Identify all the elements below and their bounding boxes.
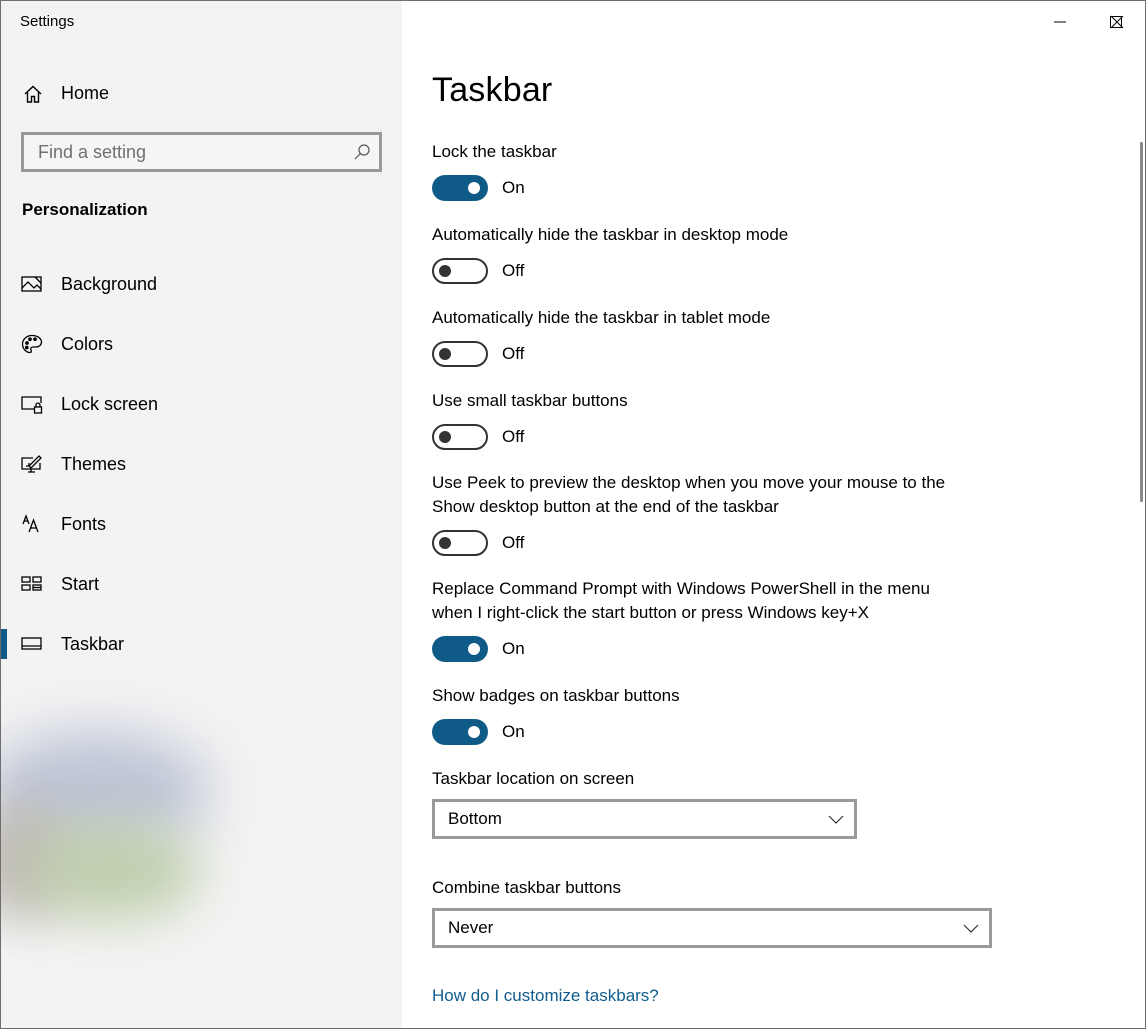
toggle-autohide-desktop[interactable] (432, 258, 488, 284)
toggle-knob (439, 431, 451, 443)
taskbar-icon (21, 634, 43, 654)
picture-icon (21, 274, 43, 294)
sidebar: Settings Home Personalization (1, 1, 402, 1028)
search-icon[interactable] (353, 143, 371, 161)
toggle-state: On (502, 178, 525, 197)
main-content: Taskbar Lock the taskbar On Automaticall… (402, 1, 1145, 1028)
settings-window: Settings Home Personalization (0, 0, 1146, 1029)
dropdown-label-location: Taskbar location on screen (432, 769, 635, 788)
setting-label-line: Use Peek to preview the desktop when you… (432, 473, 946, 492)
sidebar-item-label: Fonts (61, 514, 107, 534)
chevron-down-icon (963, 924, 979, 933)
sidebar-item-background[interactable]: Background (1, 263, 402, 305)
close-icon (1110, 15, 1124, 29)
sidebar-item-lock-screen[interactable]: Lock screen (1, 383, 402, 425)
sidebar-item-label: Themes (61, 454, 127, 474)
toggle-state: Off (502, 533, 525, 552)
toggle-knob (468, 726, 480, 738)
sidebar-item-taskbar[interactable]: Taskbar (1, 623, 402, 665)
toggle-badges[interactable] (432, 719, 488, 745)
toggle-powershell[interactable] (432, 636, 488, 662)
themes-icon (21, 454, 43, 474)
page-title: Taskbar (432, 71, 553, 109)
sidebar-item-label: Start (61, 574, 100, 594)
setting-label-autohide-desktop: Automatically hide the taskbar in deskto… (432, 225, 789, 244)
setting-label-autohide-tablet: Automatically hide the taskbar in tablet… (432, 308, 771, 327)
acrylic-background-blur (1, 701, 251, 961)
help-link[interactable]: How do I customize taskbars? (432, 986, 659, 1006)
home-icon (23, 84, 43, 104)
dropdown-taskbar-location[interactable]: Bottom (432, 799, 857, 839)
toggle-state: On (502, 639, 525, 658)
setting-label-powershell: Replace Command Prompt with Windows Powe… (432, 577, 992, 625)
search-box[interactable] (21, 132, 382, 172)
close-button[interactable] (1089, 1, 1145, 43)
app-title: Settings (20, 13, 75, 30)
toggle-state: Off (502, 261, 525, 280)
sidebar-item-label: Taskbar (61, 634, 125, 654)
sidebar-item-themes[interactable]: Themes (1, 443, 402, 485)
sidebar-item-label: Colors (61, 334, 114, 354)
toggle-state: On (502, 722, 525, 741)
chevron-down-icon (828, 815, 844, 824)
fonts-icon (21, 514, 43, 534)
dropdown-value: Never (448, 918, 494, 937)
minimize-button[interactable] (1032, 1, 1088, 43)
section-title: Personalization (22, 200, 148, 219)
setting-label-badges: Show badges on taskbar buttons (432, 686, 680, 705)
toggle-state: Off (502, 427, 525, 446)
toggle-knob (439, 537, 451, 549)
toggle-peek[interactable] (432, 530, 488, 556)
lock-screen-icon (21, 394, 43, 414)
sidebar-item-start[interactable]: Start (1, 563, 402, 605)
toggle-state: Off (502, 344, 525, 363)
sidebar-item-label: Lock screen (61, 394, 159, 414)
scrollbar[interactable] (1140, 142, 1143, 502)
sidebar-home-label: Home (61, 83, 110, 103)
setting-label-line: Replace Command Prompt with Windows Powe… (432, 579, 930, 598)
dropdown-value: Bottom (448, 809, 502, 828)
setting-label-small-buttons: Use small taskbar buttons (432, 391, 628, 410)
palette-icon (21, 334, 43, 354)
start-icon (21, 574, 43, 594)
setting-label-peek: Use Peek to preview the desktop when you… (432, 471, 992, 519)
setting-label-line: Show desktop button at the end of the ta… (432, 497, 779, 516)
setting-label-lock-taskbar: Lock the taskbar (432, 142, 557, 161)
sidebar-item-fonts[interactable]: Fonts (1, 503, 402, 545)
toggle-knob (439, 265, 451, 277)
search-input[interactable] (24, 135, 344, 169)
toggle-knob (439, 348, 451, 360)
toggle-knob (468, 643, 480, 655)
dropdown-combine-buttons[interactable]: Never (432, 908, 992, 948)
toggle-small-buttons[interactable] (432, 424, 488, 450)
sidebar-item-colors[interactable]: Colors (1, 323, 402, 365)
minimize-icon (1054, 21, 1066, 23)
toggle-knob (468, 182, 480, 194)
setting-label-line: when I right-click the start button or p… (432, 603, 869, 622)
toggle-autohide-tablet[interactable] (432, 341, 488, 367)
dropdown-label-combine: Combine taskbar buttons (432, 878, 621, 897)
selected-indicator (1, 629, 7, 659)
sidebar-home[interactable]: Home (1, 73, 402, 115)
toggle-lock-taskbar[interactable] (432, 175, 488, 201)
sidebar-item-label: Background (61, 274, 158, 294)
